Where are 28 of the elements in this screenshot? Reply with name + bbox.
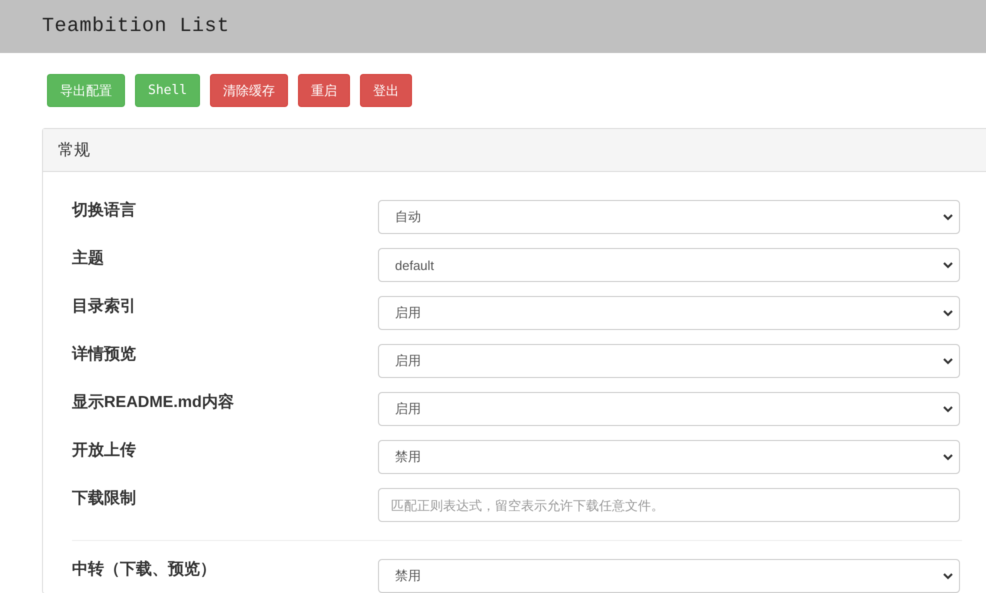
dropdown[interactable]: 启用 <box>378 344 960 378</box>
field-label: 显示README.md内容 <box>72 392 234 411</box>
field-label: 主题 <box>72 248 104 267</box>
panel-title: 常规 <box>58 140 90 160</box>
action-button[interactable]: 重启 <box>298 74 350 107</box>
field-label: 详情预览 <box>72 344 136 363</box>
chevron-down-icon <box>943 454 953 460</box>
chevron-down-icon <box>943 358 953 364</box>
chevron-down-icon <box>943 572 953 580</box>
dropdown[interactable]: 启用 <box>378 392 960 426</box>
dropdown[interactable]: default <box>378 248 960 282</box>
field-label: 中转（下载、预览） <box>72 560 216 578</box>
dropdown[interactable]: 禁用 <box>378 559 960 593</box>
input-field[interactable]: 匹配正则表达式，留空表示允许下载任意文件。 <box>378 488 960 522</box>
app-title: Teambition List <box>42 15 230 38</box>
field-label: 开放上传 <box>72 440 136 459</box>
dropdown[interactable]: 自动 <box>378 200 960 234</box>
dropdown[interactable]: 禁用 <box>378 440 960 474</box>
field-label: 切换语言 <box>72 200 136 219</box>
dropdown[interactable]: 启用 <box>378 296 960 330</box>
chevron-down-icon <box>943 310 953 316</box>
chevron-down-icon <box>943 262 953 268</box>
field-label: 下载限制 <box>72 488 136 507</box>
chevron-down-icon <box>943 406 953 412</box>
chevron-down-icon <box>943 214 953 220</box>
action-button[interactable]: 清除缓存 <box>210 74 288 107</box>
action-button[interactable]: 登出 <box>360 74 412 107</box>
field-label: 目录索引 <box>72 296 136 315</box>
